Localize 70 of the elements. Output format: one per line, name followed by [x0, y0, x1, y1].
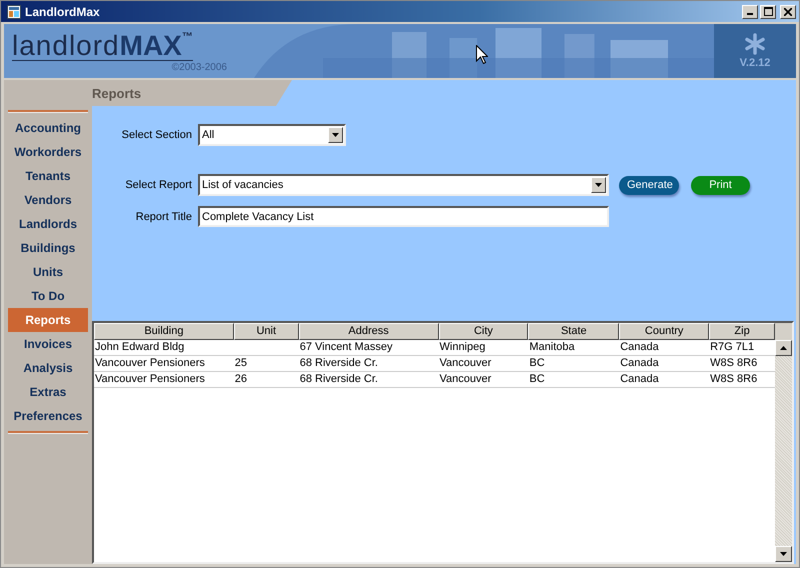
column-header[interactable]: Address	[298, 323, 438, 340]
version-label: V.2.12	[740, 57, 770, 69]
field-label: Select Section	[120, 129, 192, 141]
scrollbar[interactable]	[775, 323, 792, 562]
table-cell-text: Canada	[619, 340, 660, 355]
up-arrow-icon	[780, 346, 787, 350]
table-cell-text: BC	[528, 372, 546, 387]
table-cell-text: Vancouver	[438, 372, 492, 387]
sidebar-item[interactable]: Units	[8, 260, 88, 284]
action-button[interactable]: Print	[691, 176, 750, 194]
close-icon	[784, 8, 792, 16]
maximize-button[interactable]	[760, 4, 776, 18]
asterisk-icon	[744, 33, 766, 55]
table-cell-text: BC	[528, 356, 546, 371]
sidebar-item[interactable]: Vendors	[8, 188, 88, 212]
table-cell-text: Manitoba	[528, 340, 576, 355]
table-cell-text: R7G 7L1	[709, 340, 756, 355]
sidebar-item[interactable]: Landlords	[8, 212, 88, 236]
column-header[interactable]: Zip	[709, 323, 776, 340]
sidebar-item[interactable]: Reports	[8, 308, 88, 332]
sidebar-item[interactable]: To Do	[8, 284, 88, 308]
copyright-text: ©2003-2006	[172, 62, 227, 73]
table-cell-text: W8S 8R6	[709, 372, 758, 387]
report-dropdown[interactable]: List of vacancies	[198, 174, 609, 196]
field-label: Select Report	[124, 179, 192, 191]
logo: landlordMAX$^{™}$	[12, 32, 193, 61]
table-cell-text: 67 Vincent Massey	[298, 340, 394, 355]
sidebar-item[interactable]: Accounting	[8, 116, 88, 140]
table-cell-text: Canada	[619, 356, 660, 371]
action-button[interactable]: Generate	[619, 176, 679, 194]
column-header[interactable]: Unit	[234, 323, 299, 340]
minimize-icon	[747, 13, 753, 15]
table-cell-text: Vancouver Pensioners	[94, 356, 206, 371]
sidebar-item[interactable]: Tenants	[8, 164, 88, 188]
caret-icon	[595, 183, 602, 187]
sidebar-item[interactable]: Workorders	[8, 140, 88, 164]
table-cell-text: 25	[234, 356, 248, 371]
scroll-up-button[interactable]	[775, 340, 792, 356]
section-dropdown[interactable]: All	[198, 124, 346, 146]
report-title-field[interactable]: Complete Vacancy List	[198, 206, 609, 227]
table-cell-text: Winnipeg	[438, 340, 486, 355]
sidebar-item[interactable]: Preferences	[8, 404, 88, 428]
table-cell-text: 68 Riverside Cr.	[298, 372, 379, 387]
column-header[interactable]: State	[528, 323, 620, 340]
table-cell-text: 26	[234, 372, 248, 387]
column-header[interactable]: City	[438, 323, 528, 340]
down-arrow-icon	[780, 552, 787, 556]
table-cell-text: John Edward Bldg	[94, 340, 186, 355]
column-header[interactable]: Country	[619, 323, 710, 340]
sidebar-item[interactable]: Buildings	[8, 236, 88, 260]
table-cell-text: 68 Riverside Cr.	[298, 356, 379, 371]
table-cell-text: W8S 8R6	[709, 356, 758, 371]
close-button[interactable]	[780, 4, 796, 18]
maximize-icon	[764, 7, 772, 16]
header-corner	[775, 323, 792, 340]
pointer-icon	[476, 45, 488, 64]
caret-icon	[332, 133, 339, 137]
column-header[interactable]: Building	[94, 323, 234, 340]
table-cell-text: Canada	[619, 372, 660, 387]
sidebar-item[interactable]: Invoices	[8, 332, 88, 356]
sidebar-item[interactable]: Extras	[8, 380, 88, 404]
table-cell-text: Vancouver	[438, 356, 492, 371]
section-header: Reports	[4, 80, 292, 106]
scroll-down-button[interactable]	[775, 546, 792, 562]
field-label: Report Title	[134, 210, 192, 222]
table-cell-text: Vancouver Pensioners	[94, 372, 206, 387]
minimize-button[interactable]	[742, 4, 758, 18]
window-title: LandlordMax	[25, 4, 101, 18]
sidebar-item[interactable]: Analysis	[8, 356, 88, 380]
app-icon	[7, 4, 21, 18]
